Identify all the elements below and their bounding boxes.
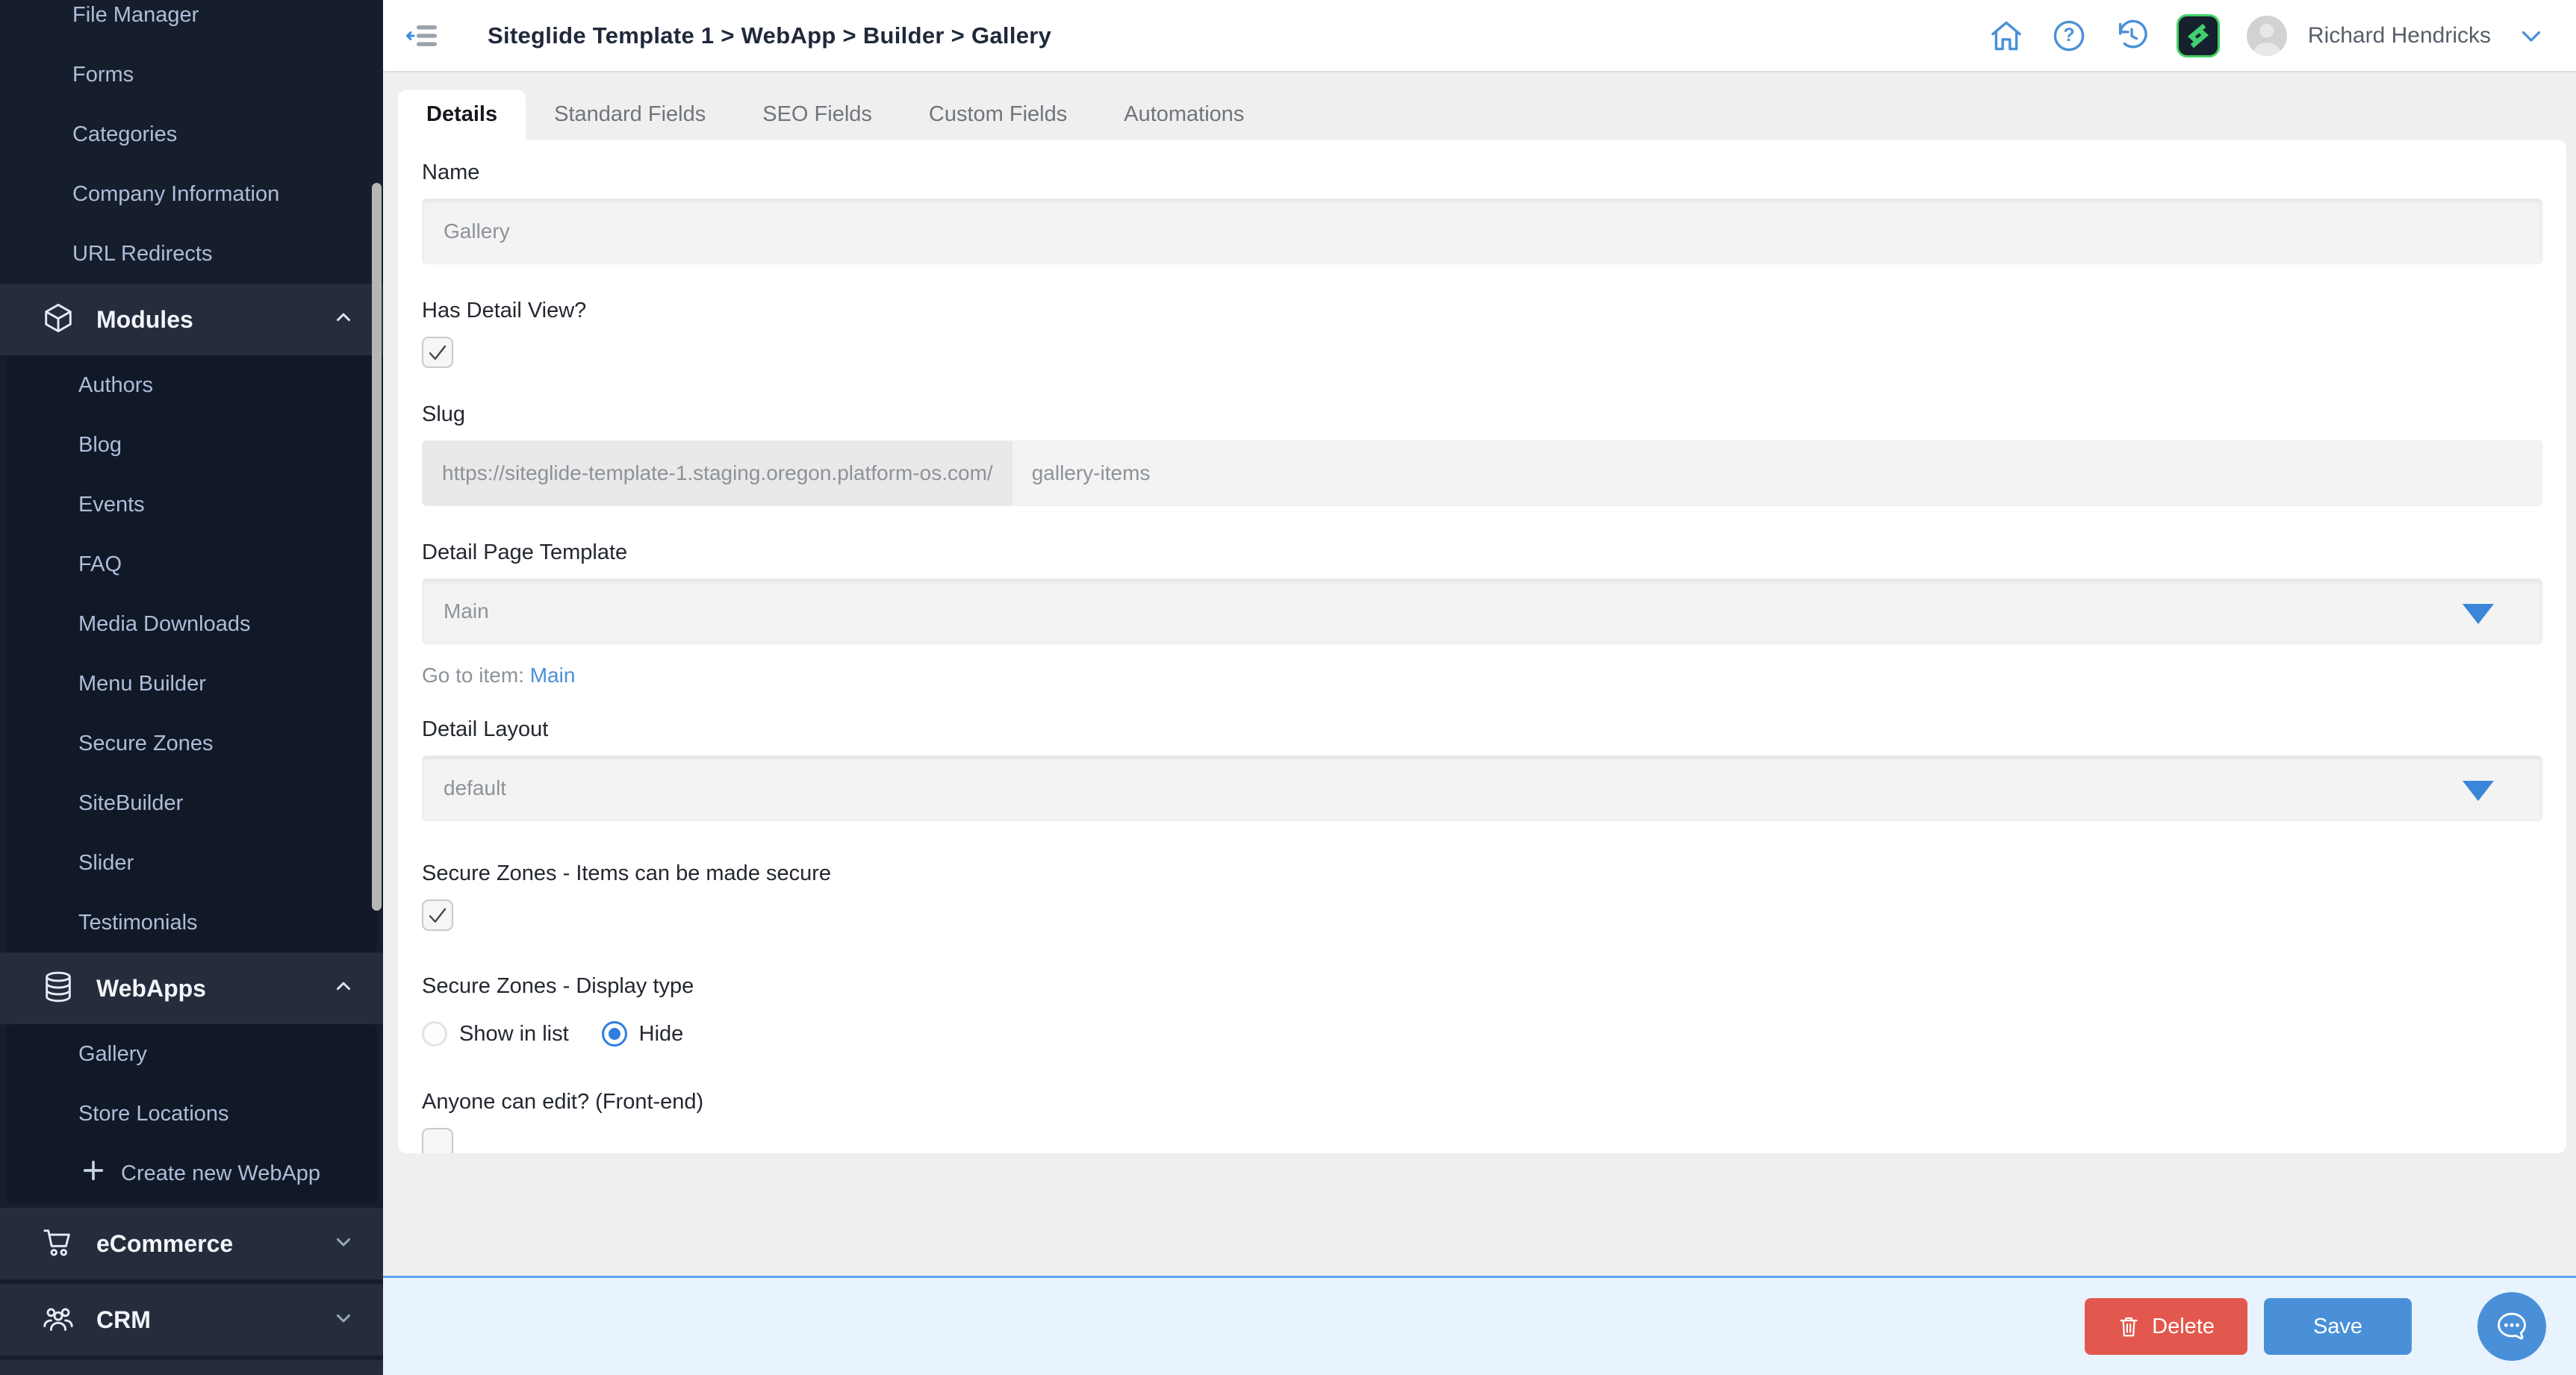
sidebar-item-blog[interactable]: Blog — [6, 415, 377, 475]
dropdown-arrow-icon — [2463, 604, 2494, 624]
sidebar-nav: File Manager Forms Categories Company Infor… — [0, 0, 383, 1375]
detail-page-template-select[interactable]: Main — [422, 579, 2542, 644]
sidebar-item-file-manager[interactable]: File Manager — [0, 0, 383, 45]
radio-show-in-list[interactable]: Show in list — [422, 1021, 569, 1047]
tab[interactable]: SEO Fields — [734, 90, 900, 140]
plus-icon — [81, 1158, 106, 1189]
sidebar-item-store-locations[interactable]: Store Locations — [6, 1084, 377, 1144]
sidebar-item-categories[interactable]: Categories — [0, 105, 383, 164]
sidebar-item-gallery[interactable]: Gallery — [6, 1024, 377, 1084]
sidebar-item-company-information[interactable]: Company Information — [0, 164, 383, 224]
slug-prefix: https://siteglide-template-1.staging.ore… — [423, 441, 1012, 505]
top-header: Siteglide Template 1 > WebApp > Builder … — [383, 0, 2576, 72]
sidebar-item-events[interactable]: Events — [6, 475, 377, 534]
chat-bubble-icon — [2498, 1312, 2526, 1340]
chevron-up-icon — [332, 976, 355, 1002]
tab[interactable]: Details — [398, 90, 526, 140]
chevron-up-icon — [332, 307, 355, 333]
user-name[interactable]: Richard Hendricks — [2308, 23, 2491, 49]
sidebar-item-forms[interactable]: Forms — [0, 45, 383, 105]
sidebar-item-menu-builder[interactable]: Menu Builder — [6, 654, 377, 714]
secure-zones-display-options: Show in list Hide — [422, 1021, 2542, 1047]
sidebar-item-secure-zones[interactable]: Secure Zones — [6, 714, 377, 773]
breadcrumb: Siteglide Template 1 > WebApp > Builder … — [488, 22, 1051, 49]
secure-zones-display-label: Secure Zones - Display type — [422, 974, 694, 998]
create-new-webapp-button[interactable]: Create new WebApp — [6, 1144, 377, 1203]
sidebar: File Manager Forms Categories Company Infor… — [0, 0, 383, 1375]
tab[interactable]: Custom Fields — [900, 90, 1095, 140]
radio-icon — [422, 1021, 447, 1047]
history-icon[interactable] — [2114, 18, 2150, 54]
chat-button[interactable] — [2477, 1292, 2546, 1361]
has-detail-view-label: Has Detail View? — [422, 299, 587, 322]
sidebar-submenu: Authors Blog Events FAQ Media Downloads Menu … — [6, 355, 377, 952]
details-panel: Name Gallery Has Detail View? Slug https… — [398, 140, 2566, 1153]
avatar[interactable] — [2246, 15, 2287, 56]
chevron-down-icon[interactable] — [2518, 22, 2545, 49]
sidebar-item-authors[interactable]: Authors — [6, 355, 377, 415]
cube-icon — [41, 301, 75, 339]
home-icon[interactable] — [1988, 18, 2024, 54]
sidebar-item-sitebuilder[interactable]: SiteBuilder — [6, 773, 377, 833]
secure-zones-items-label: Secure Zones - Items can be made secure — [422, 861, 832, 885]
siteglide-logo[interactable] — [2176, 13, 2220, 57]
tab-bar: Details Standard Fields SEO Fields Custo… — [398, 90, 1272, 140]
sidebar-section-crm[interactable]: CRM — [0, 1284, 383, 1356]
users-icon — [41, 1301, 75, 1339]
collapse-sidebar-icon[interactable] — [405, 20, 441, 52]
delete-button[interactable]: Delete — [2085, 1298, 2247, 1355]
app-screen: File Manager Forms Categories Company Infor… — [0, 0, 2576, 1375]
detail-layout-label: Detail Layout — [422, 717, 549, 741]
radio-icon — [601, 1021, 627, 1047]
sidebar-section-ecommerce[interactable]: eCommerce — [0, 1208, 383, 1279]
go-to-item-link[interactable]: Main — [530, 664, 576, 687]
help-icon[interactable]: ? — [2051, 18, 2087, 54]
sidebar-item-media-downloads[interactable]: Media Downloads — [6, 594, 377, 654]
sidebar-section-modules[interactable]: Modules — [0, 284, 383, 355]
name-input[interactable]: Gallery — [422, 199, 2542, 264]
slug-label: Slug — [422, 402, 466, 426]
breadcrumb-current: Gallery — [971, 22, 1052, 49]
slug-value[interactable]: gallery-items — [1012, 441, 2542, 505]
detail-page-template-label: Detail Page Template — [422, 540, 628, 564]
sidebar-item-testimonials[interactable]: Testimonials — [6, 893, 377, 952]
sidebar-section-webapps[interactable]: WebApps — [0, 952, 383, 1024]
go-to-item: Go to item: Main — [422, 664, 576, 687]
sidebar-item-faq[interactable]: FAQ — [6, 534, 377, 594]
database-icon — [41, 970, 75, 1008]
svg-text:?: ? — [2063, 25, 2074, 46]
dropdown-arrow-icon — [2463, 781, 2494, 801]
chevron-down-icon — [332, 1307, 355, 1333]
sidebar-submenu: Gallery Store Locations Create new WebApp — [6, 1024, 377, 1203]
radio-hide[interactable]: Hide — [601, 1021, 683, 1047]
sidebar-section-site-manager[interactable]: Site Manager — [0, 1360, 383, 1375]
sidebar-item-slider[interactable]: Slider — [6, 833, 377, 893]
cart-icon — [41, 1225, 75, 1263]
tab[interactable]: Automations — [1095, 90, 1272, 140]
anyone-can-edit-checkbox[interactable] — [422, 1128, 453, 1153]
has-detail-view-checkbox[interactable] — [422, 337, 453, 368]
tab[interactable]: Standard Fields — [526, 90, 734, 140]
sidebar-scrollbar[interactable] — [372, 183, 382, 911]
action-bar: Delete Save — [383, 1276, 2576, 1375]
save-button[interactable]: Save — [2264, 1298, 2412, 1355]
anyone-can-edit-label: Anyone can edit? (Front-end) — [422, 1090, 704, 1114]
name-label: Name — [422, 160, 480, 184]
breadcrumb-path: Siteglide Template 1 > WebApp > Builder … — [488, 22, 971, 49]
secure-zones-items-checkbox[interactable] — [422, 899, 453, 931]
trash-icon — [2120, 1317, 2138, 1337]
slug-input[interactable]: https://siteglide-template-1.staging.ore… — [422, 440, 2542, 506]
detail-layout-select[interactable]: default — [422, 755, 2542, 821]
sidebar-item-url-redirects[interactable]: URL Redirects — [0, 224, 383, 284]
header-actions: ? Richard Hendricks — [1988, 13, 2576, 57]
chevron-down-icon — [332, 1231, 355, 1257]
